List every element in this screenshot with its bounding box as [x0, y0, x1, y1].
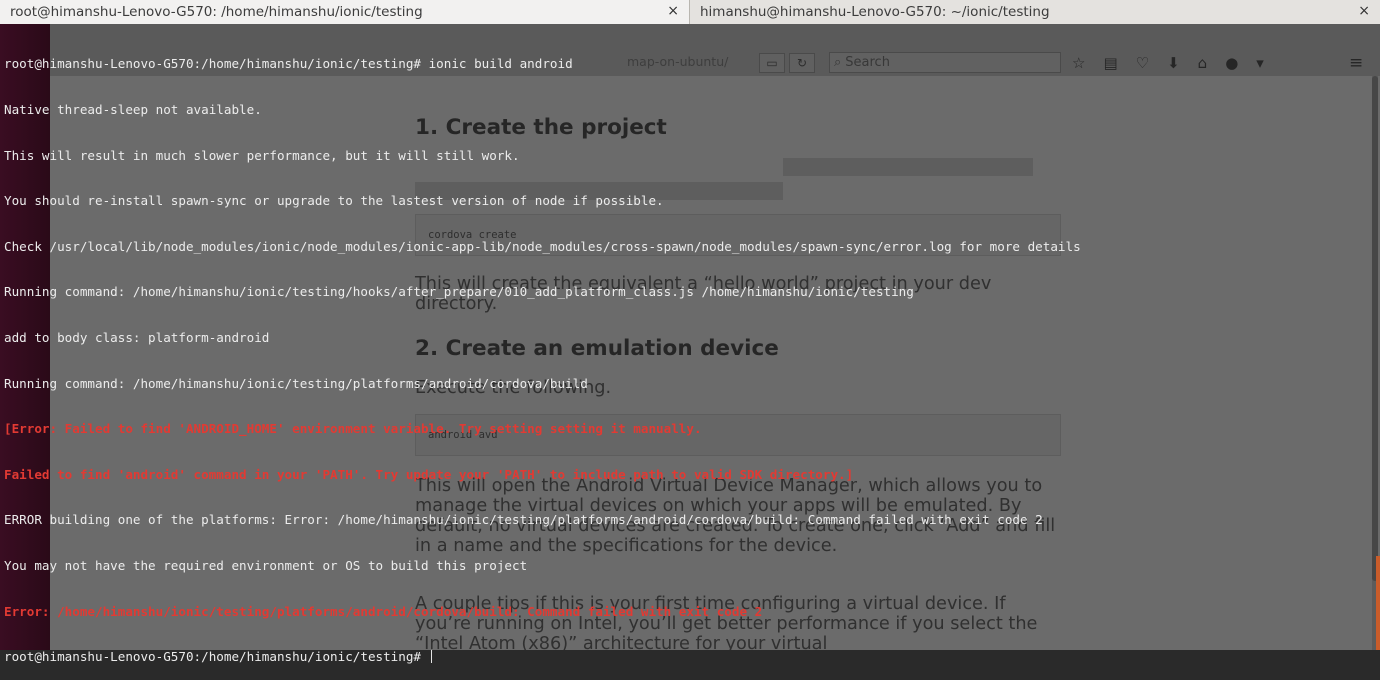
reading-list-icon[interactable]: ▤ [1103, 54, 1117, 72]
terminal-line: add to body class: platform-android [4, 329, 270, 345]
terminal-line: You may not have the required environmen… [4, 557, 528, 573]
menu-icon[interactable]: ≡ [1349, 53, 1363, 73]
terminal-error-line: Error: /home/himanshu/ionic/testing/plat… [4, 603, 763, 619]
terminal-error-line: Failed to find 'android' command in your… [4, 466, 854, 482]
terminal-line: Native thread-sleep not available. [4, 102, 262, 117]
close-icon[interactable]: × [1358, 3, 1370, 19]
tab-user-terminal[interactable]: himanshu@himanshu-Lenovo-G570: ~/ionic/t… [690, 0, 1380, 24]
terminal-line: Check /usr/local/lib/node_modules/ionic/… [4, 238, 1081, 254]
scrollbar-accent [1376, 556, 1380, 650]
terminal-line: Running command: /home/himanshu/ionic/te… [4, 284, 914, 300]
tab-title: himanshu@himanshu-Lenovo-G570: ~/ionic/t… [700, 4, 1050, 20]
terminal-tab-bar: root@himanshu-Lenovo-G570: /home/himansh… [0, 0, 1380, 25]
extensions-icon[interactable]: ▾ [1256, 54, 1264, 72]
terminal-prompt: root@himanshu-Lenovo-G570:/home/himanshu… [4, 649, 429, 665]
tab-title: root@himanshu-Lenovo-G570: /home/himansh… [10, 4, 423, 20]
browser-action-icons: ☆ ▤ ♡ ⬇ ⌂ ● ▾ [1072, 52, 1264, 74]
terminal-line: You should re-install spawn-sync or upgr… [4, 193, 664, 209]
scrollbar-thumb[interactable] [1372, 76, 1378, 581]
pocket-icon[interactable]: ♡ [1136, 54, 1149, 72]
terminal-output[interactable]: root@himanshu-Lenovo-G570:/home/himanshu… [4, 26, 1081, 680]
terminal-prompt-line[interactable]: root@himanshu-Lenovo-G570:/home/himanshu… [4, 649, 1081, 664]
download-icon[interactable]: ⬇ [1167, 54, 1180, 72]
terminal-line: Running command: /home/himanshu/ionic/te… [4, 375, 588, 391]
close-icon[interactable]: × [667, 3, 679, 19]
terminal-line: This will result in much slower performa… [4, 147, 520, 163]
tab-root-terminal[interactable]: root@himanshu-Lenovo-G570: /home/himansh… [0, 0, 690, 24]
terminal-line-command: root@himanshu-Lenovo-G570:/home/himanshu… [4, 56, 573, 72]
text-cursor [430, 650, 432, 664]
terminal-error-line: [Error: Failed to find 'ANDROID_HOME' en… [4, 421, 702, 437]
chat-icon[interactable]: ● [1225, 54, 1238, 72]
terminal-line: ERROR building one of the platforms: Err… [4, 512, 1043, 528]
home-icon[interactable]: ⌂ [1198, 54, 1208, 72]
